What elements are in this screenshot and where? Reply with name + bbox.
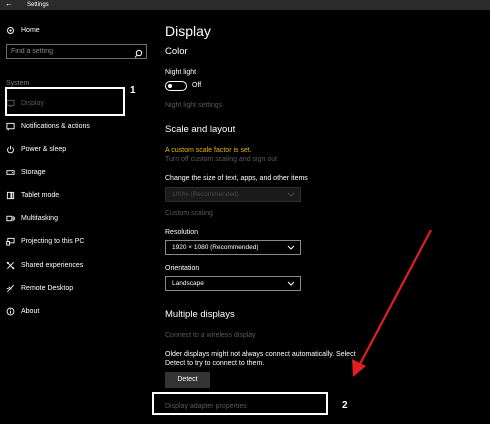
annotation-box-2 bbox=[152, 392, 328, 415]
annotation-box-1 bbox=[5, 87, 125, 116]
sidebar-item-label: Storage bbox=[21, 169, 46, 176]
night-light-toggle[interactable] bbox=[165, 81, 187, 91]
sidebar-item-label: About bbox=[21, 308, 40, 315]
sidebar-item-label: Tablet mode bbox=[21, 192, 60, 199]
sidebar-item-label: Notifications & actions bbox=[21, 123, 90, 130]
orientation-dropdown[interactable]: Landscape bbox=[165, 276, 301, 291]
chevron-down-icon bbox=[287, 243, 295, 251]
annotation-label-2: 2 bbox=[342, 400, 348, 411]
shared-experiences-icon bbox=[6, 261, 15, 270]
power-icon bbox=[6, 145, 15, 154]
night-light-label: Night light bbox=[165, 69, 197, 76]
search-icon[interactable] bbox=[134, 46, 143, 58]
toggle-knob bbox=[168, 83, 172, 88]
tablet-mode-icon bbox=[6, 191, 15, 200]
title-bar: ← Settings bbox=[0, 0, 490, 10]
sidebar-item-shared-experiences[interactable]: Shared experiences bbox=[0, 257, 155, 275]
notifications-icon bbox=[6, 122, 15, 131]
resolution-label: Resolution bbox=[165, 229, 199, 236]
section-heading-multiple-displays: Multiple displays bbox=[165, 309, 235, 320]
sidebar-item-projecting[interactable]: Projecting to this PC bbox=[0, 233, 155, 251]
sidebar-item-about[interactable]: About bbox=[0, 303, 155, 321]
search-input[interactable] bbox=[7, 45, 133, 58]
custom-scaling-link[interactable]: Custom scaling bbox=[165, 209, 213, 218]
sidebar-item-power[interactable]: Power & sleep bbox=[0, 141, 155, 159]
sidebar-item-home[interactable]: Home bbox=[0, 22, 155, 40]
sidebar-item-notifications[interactable]: Notifications & actions bbox=[0, 118, 155, 136]
size-label: Change the size of text, apps, and other… bbox=[165, 175, 308, 182]
custom-scale-warning: A custom scale factor is set. bbox=[165, 147, 252, 154]
search-box[interactable] bbox=[6, 44, 147, 59]
sidebar-item-storage[interactable]: Storage bbox=[0, 164, 155, 182]
sidebar-item-label: Power & sleep bbox=[21, 146, 67, 153]
multitasking-icon bbox=[6, 214, 15, 223]
chevron-down-icon bbox=[287, 190, 295, 198]
section-label-system: System bbox=[6, 80, 30, 87]
sidebar-item-multitasking[interactable]: Multitasking bbox=[0, 210, 155, 228]
chevron-down-icon bbox=[287, 279, 295, 287]
night-light-settings-link[interactable]: Night light settings bbox=[165, 101, 222, 110]
multiple-displays-info-line-1: Older displays might not always connect … bbox=[165, 351, 356, 358]
about-icon bbox=[6, 307, 15, 316]
section-heading-color: Color bbox=[165, 46, 188, 57]
sidebar-item-label: Shared experiences bbox=[21, 262, 84, 269]
scale-value: 100% (Recommended) bbox=[172, 191, 239, 198]
remote-desktop-icon bbox=[6, 284, 15, 293]
sidebar-item-remote-desktop[interactable]: Remote Desktop bbox=[0, 280, 155, 298]
gear-icon bbox=[6, 26, 15, 35]
orientation-value: Landscape bbox=[172, 280, 204, 287]
sidebar-item-tablet-mode[interactable]: Tablet mode bbox=[0, 187, 155, 205]
night-light-state: Off bbox=[192, 82, 202, 89]
detect-button[interactable]: Detect bbox=[165, 372, 210, 388]
resolution-dropdown[interactable]: 1920 × 1080 (Recommended) bbox=[165, 240, 301, 255]
turn-off-custom-scaling-link[interactable]: Turn off custom scaling and sign out bbox=[165, 155, 277, 164]
section-heading-scale: Scale and layout bbox=[165, 124, 236, 135]
projecting-icon bbox=[6, 237, 15, 246]
back-arrow-icon[interactable]: ← bbox=[5, 0, 13, 9]
scale-dropdown[interactable]: 100% (Recommended) bbox=[165, 187, 301, 202]
orientation-label: Orientation bbox=[165, 265, 200, 272]
sidebar-item-label: Remote Desktop bbox=[21, 285, 74, 292]
window-title: Settings bbox=[27, 2, 49, 8]
sidebar-item-label: Multitasking bbox=[21, 215, 58, 222]
sidebar-item-label: Home bbox=[21, 27, 40, 34]
multiple-displays-info-line-2: Detect to try to connect to them. bbox=[165, 360, 265, 367]
sidebar-item-label: Projecting to this PC bbox=[21, 238, 85, 245]
page-title: Display bbox=[165, 23, 211, 39]
connect-wireless-display-link[interactable]: Connect to a wireless display bbox=[165, 331, 256, 340]
annotation-label-1: 1 bbox=[130, 85, 136, 96]
storage-icon bbox=[6, 168, 15, 177]
resolution-value: 1920 × 1080 (Recommended) bbox=[172, 244, 259, 251]
